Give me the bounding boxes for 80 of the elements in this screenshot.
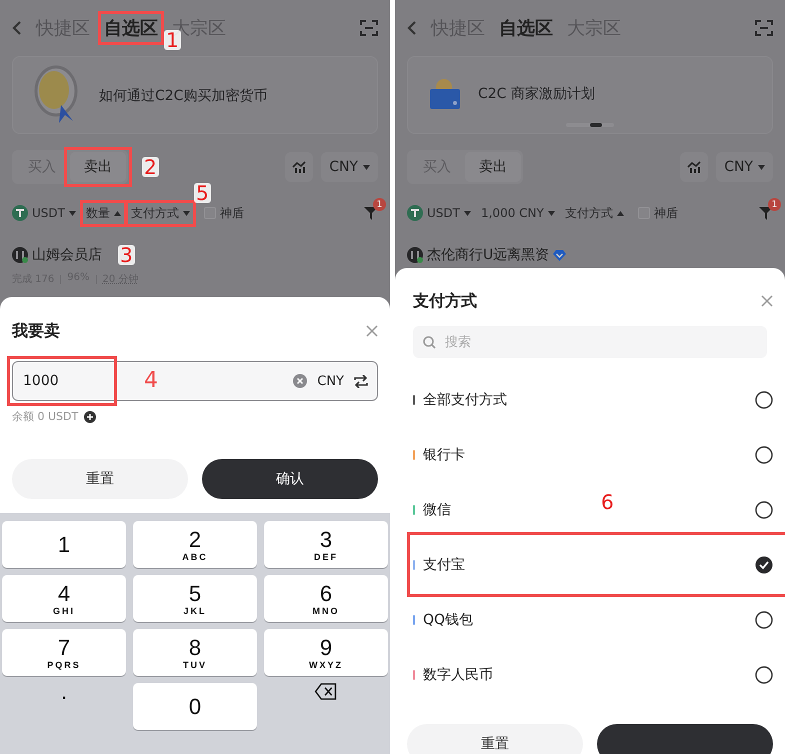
- chart-button[interactable]: [680, 152, 708, 182]
- shield-checkbox[interactable]: 神盾: [634, 204, 678, 222]
- backspace-icon: [314, 683, 338, 700]
- keypad-key[interactable]: 2 ABC: [133, 521, 257, 568]
- radio-icon[interactable]: [755, 666, 773, 684]
- banner-title: 如何通过C2C购买加密货币: [99, 87, 268, 105]
- reset-button[interactable]: 重置: [407, 724, 583, 754]
- scan-icon[interactable]: [755, 19, 773, 37]
- chart-button[interactable]: [285, 152, 314, 182]
- payment-option[interactable]: 支付宝: [423, 556, 465, 574]
- caret-down-icon: [363, 164, 370, 170]
- keypad-key[interactable]: 0: [133, 683, 257, 730]
- chart-icon: [687, 161, 702, 173]
- filter-dropdown[interactable]: 支付方式: [564, 204, 624, 222]
- confirm-button[interactable]: [597, 724, 773, 754]
- banner-title: C2C 商家激励计划: [478, 85, 595, 103]
- token-icon: [407, 205, 423, 221]
- avatar-icon: [12, 247, 28, 263]
- payment-option[interactable]: 银行卡: [423, 446, 465, 464]
- step-number: 2: [142, 157, 159, 177]
- count-badge: 1: [373, 198, 386, 211]
- count-badge: 1: [768, 198, 781, 211]
- keypad-key[interactable]: 1: [2, 521, 126, 568]
- scan-icon[interactable]: [360, 19, 378, 37]
- payment-option[interactable]: QQ钱包: [423, 610, 474, 628]
- keypad-key[interactable]: 5 JKL: [133, 575, 257, 622]
- close-icon[interactable]: [366, 325, 378, 337]
- confirm-button[interactable]: 确认: [202, 459, 378, 499]
- step-number: 3: [118, 245, 135, 265]
- search-icon: [423, 336, 436, 349]
- radio-icon[interactable]: [755, 610, 773, 628]
- keypad-key[interactable]: 6 MNO: [264, 575, 388, 622]
- keypad-key[interactable]: .: [2, 683, 126, 730]
- search-field[interactable]: 搜索: [413, 326, 767, 358]
- sheet-title: 我要卖: [12, 320, 60, 342]
- promo-banner[interactable]: 如何通过C2C购买加密货币: [12, 56, 378, 134]
- balance-text: 余额 0 USDT: [12, 409, 78, 424]
- radio-icon[interactable]: [755, 446, 773, 464]
- sheet-title: 支付方式: [413, 290, 477, 312]
- promo-banner[interactable]: C2C 商家激励计划: [407, 56, 773, 134]
- merchant-name[interactable]: 杰伦商行U远离黑资: [427, 246, 550, 264]
- merchant-name[interactable]: 山姆会员店: [32, 246, 102, 264]
- avatar-icon: [407, 247, 423, 263]
- clear-icon[interactable]: [293, 374, 308, 388]
- back-icon[interactable]: [12, 20, 22, 36]
- filter-dropdown[interactable]: USDT: [12, 205, 76, 221]
- swap-icon[interactable]: [354, 374, 368, 388]
- radio-icon[interactable]: [755, 390, 773, 408]
- chart-icon: [292, 161, 306, 173]
- token-icon: [12, 205, 28, 221]
- keypad-key[interactable]: 4 GHI: [2, 575, 126, 622]
- currency-select[interactable]: CNY: [321, 152, 378, 182]
- filter-dropdown[interactable]: 1,000 CNY: [480, 206, 555, 220]
- filter-dropdown[interactable]: USDT: [407, 205, 471, 221]
- add-icon[interactable]: [84, 410, 96, 422]
- back-icon[interactable]: [407, 20, 417, 36]
- keypad-key[interactable]: 7 PQRS: [2, 629, 126, 676]
- currency-label: CNY: [317, 374, 344, 388]
- step-number: 4: [144, 370, 158, 392]
- filter-dropdown[interactable]: 数量: [86, 204, 121, 222]
- keypad-key[interactable]: 8 TUV: [133, 629, 257, 676]
- keypad-key[interactable]: 9 WXYZ: [264, 629, 388, 676]
- radio-icon[interactable]: [755, 500, 773, 518]
- trade-tab[interactable]: 卖出: [465, 152, 521, 182]
- wallet-icon: [428, 77, 462, 111]
- section-tab[interactable]: 自选区: [104, 16, 158, 40]
- payment-option[interactable]: 全部支付方式: [423, 390, 507, 408]
- caret-down-icon: [758, 164, 765, 170]
- section-tab[interactable]: 自选区: [499, 16, 553, 40]
- close-icon[interactable]: [761, 295, 773, 307]
- shield-checkbox[interactable]: 神盾: [200, 204, 244, 222]
- payment-option[interactable]: 微信: [423, 500, 451, 518]
- step-number: 5: [194, 182, 211, 202]
- filter-dropdown[interactable]: 支付方式: [130, 204, 190, 222]
- currency-select[interactable]: CNY: [716, 152, 773, 182]
- reset-button[interactable]: 重置: [12, 459, 188, 499]
- payment-option[interactable]: 数字人民币: [423, 666, 493, 684]
- trade-tab[interactable]: 卖出: [70, 152, 126, 182]
- keypad-key[interactable]: 3 DEF: [264, 521, 388, 568]
- checked-radio-icon[interactable]: [755, 556, 773, 574]
